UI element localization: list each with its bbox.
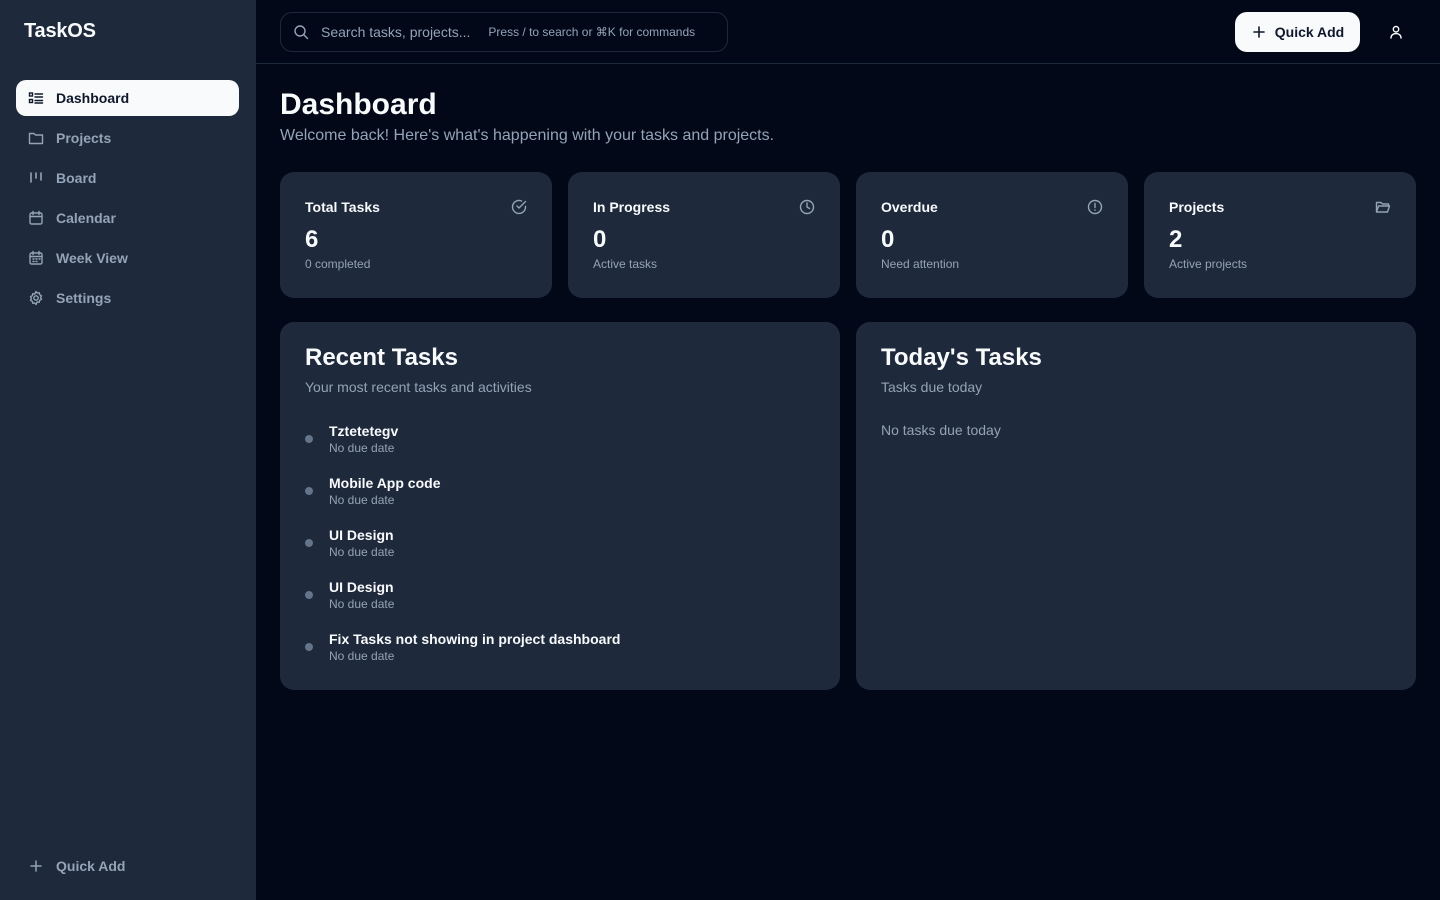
user-icon [1388,24,1404,40]
sidebar-item-label: Calendar [56,210,116,226]
list-item[interactable]: Tztetetegv No due date [305,422,620,474]
recent-tasks-panel: Recent Tasks Your most recent tasks and … [280,322,840,690]
plus-icon [28,858,44,874]
sidebar-quick-add-button[interactable]: Quick Add [16,848,239,884]
list-item[interactable]: UI Design No due date [305,578,620,630]
sidebar-item-label: Projects [56,130,112,146]
stat-value: 0 [881,226,895,253]
stat-card-projects: Projects 2 Active projects [1144,172,1416,298]
folder-icon [28,130,44,146]
stat-description: Need attention [881,257,960,271]
kanban-icon [28,170,44,186]
stat-card-overdue: Overdue 0 Need attention [856,172,1128,298]
alert-circle-icon [1087,199,1103,215]
task-name: Fix Tasks not showing in project dashboa… [329,631,621,647]
calendar-week-icon [28,250,44,266]
sidebar-item-label: Week View [56,250,128,266]
task-due: No due date [329,597,395,611]
status-dot [305,539,313,547]
task-due: No due date [329,493,395,507]
panel-subtitle: Your most recent tasks and activities [305,379,532,395]
panel-title: Today's Tasks [881,344,1042,371]
sidebar-item-dashboard[interactable]: Dashboard [16,80,239,116]
stat-value: 6 [305,226,319,253]
sidebar-nav: Dashboard Projects Board Calendar Week V… [16,80,239,320]
status-dot [305,643,313,651]
status-dot [305,487,313,495]
stat-label: Projects [1169,199,1225,215]
sidebar-item-label: Settings [56,290,112,306]
stat-value: 0 [593,226,607,253]
panel-subtitle: Tasks due today [881,379,983,395]
task-name: UI Design [329,579,394,595]
stat-description: Active tasks [593,257,658,271]
search-input[interactable]: Search tasks, projects... Press / to sea… [280,12,728,52]
search-placeholder: Search tasks, projects... [321,24,471,40]
task-due: No due date [329,649,395,663]
task-name: Mobile App code [329,475,441,491]
clock-icon [799,199,815,215]
task-name: Tztetetegv [329,423,399,439]
stat-description: 0 completed [305,257,371,271]
folder-open-icon [1375,199,1391,215]
stat-value: 2 [1169,226,1183,253]
list-item[interactable]: Fix Tasks not showing in project dashboa… [305,630,620,682]
dashboard-icon [28,90,44,106]
status-dot [305,435,313,443]
sidebar-item-label: Dashboard [56,90,130,106]
todays-tasks-panel: Today's Tasks Tasks due today No tasks d… [856,322,1416,690]
user-menu-button[interactable] [1380,16,1412,48]
list-item[interactable]: Mobile App code No due date [305,474,620,526]
search-icon [293,24,309,40]
gear-icon [28,290,44,306]
calendar-icon [28,210,44,226]
task-due: No due date [329,545,395,559]
plus-icon [1251,24,1267,40]
sidebar: TaskOS Dashboard Projects Board Calendar [0,0,256,900]
quick-add-button[interactable]: Quick Add [1235,12,1360,52]
empty-state: No tasks due today [881,422,1001,438]
check-circle-icon [511,199,527,215]
task-due: No due date [329,441,395,455]
topbar: Search tasks, projects... Press / to sea… [256,0,1440,64]
stat-card-total-tasks: Total Tasks 6 0 completed [280,172,552,298]
task-name: UI Design [329,527,394,543]
list-item[interactable]: UI Design No due date [305,526,620,578]
quick-add-label: Quick Add [1274,24,1345,40]
panel-title: Recent Tasks [305,344,458,371]
sidebar-item-projects[interactable]: Projects [16,120,239,156]
stat-description: Active projects [1169,257,1248,271]
app-logo[interactable]: TaskOS [24,20,96,43]
recent-task-list: Tztetetegv No due date Mobile App code N… [305,422,620,682]
search-hint: Press / to search or ⌘K for commands [488,25,696,39]
sidebar-item-settings[interactable]: Settings [16,280,239,316]
sidebar-quick-add-label: Quick Add [56,858,126,874]
stat-card-in-progress: In Progress 0 Active tasks [568,172,840,298]
page-title: Dashboard [280,88,437,121]
page-subtitle: Welcome back! Here's what's happening wi… [280,127,775,144]
stat-label: In Progress [593,199,671,215]
status-dot [305,591,313,599]
stat-label: Total Tasks [305,199,380,215]
sidebar-item-board[interactable]: Board [16,160,239,196]
stat-label: Overdue [881,199,938,215]
sidebar-item-calendar[interactable]: Calendar [16,200,239,236]
sidebar-item-label: Board [56,170,97,186]
sidebar-item-week-view[interactable]: Week View [16,240,239,276]
